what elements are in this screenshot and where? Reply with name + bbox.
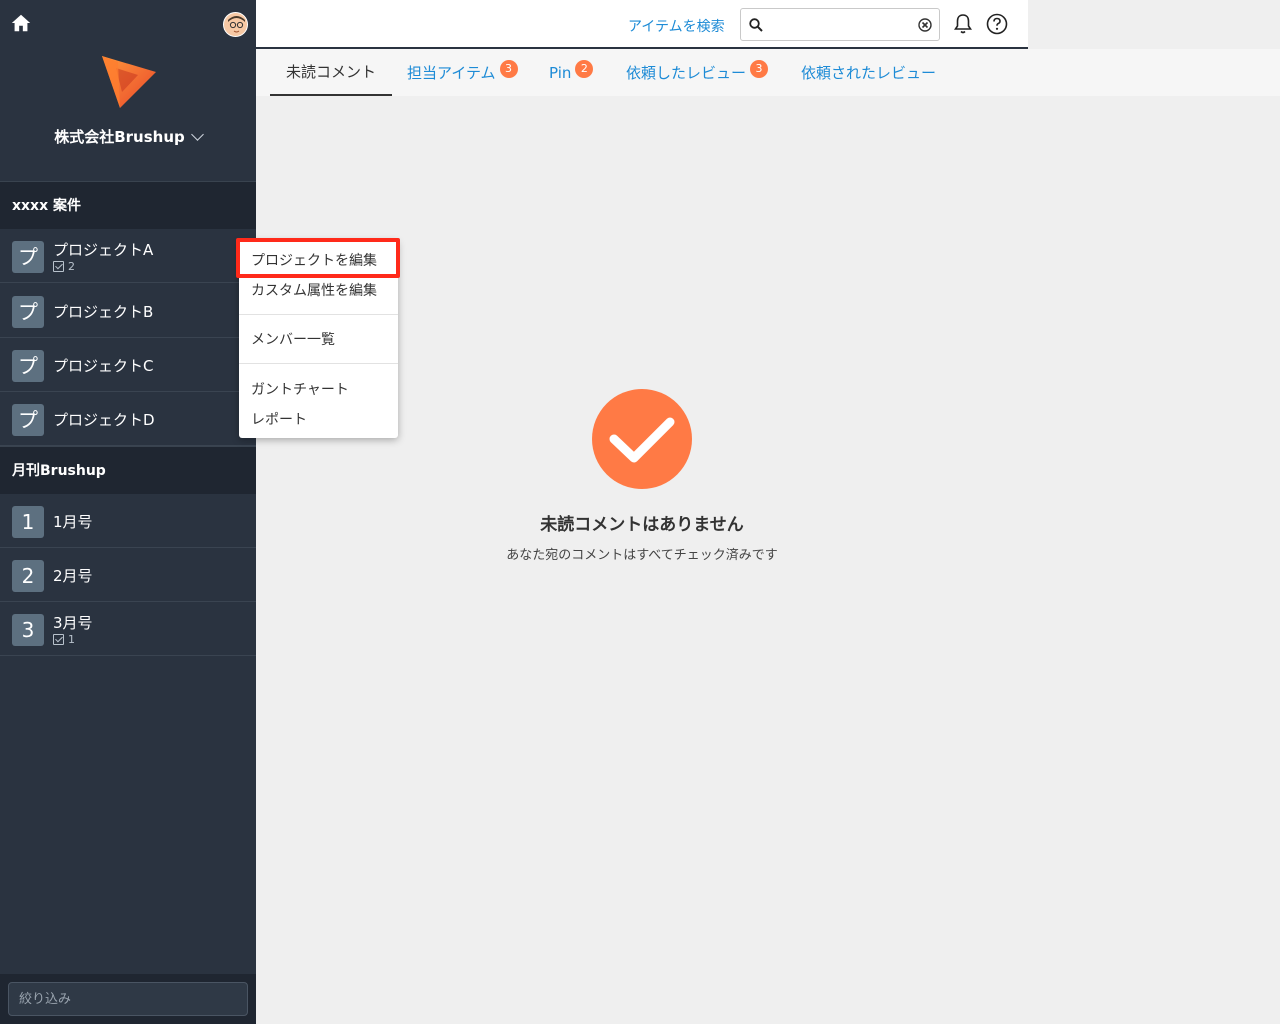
tab-assigned-items[interactable]: 担当アイテム 3 — [407, 49, 518, 96]
menu-divider — [239, 363, 398, 364]
count-badge: 3 — [499, 59, 518, 78]
empty-state-subtitle: あなた宛のコメントはすべてチェック済みです — [506, 548, 778, 563]
brushup-logo — [102, 56, 156, 108]
filter-input[interactable] — [8, 982, 248, 1016]
search-icon — [749, 18, 763, 32]
project-item-feb[interactable]: 2 2月号 — [0, 548, 256, 602]
menu-divider — [239, 314, 398, 315]
user-avatar[interactable] — [223, 12, 248, 37]
group-header-monthly: 月刊Brushup — [0, 446, 256, 494]
menu-item-gantt-chart[interactable]: ガントチャート — [251, 379, 349, 399]
empty-state-title: 未読コメントはありません — [540, 515, 744, 535]
count-badge: 3 — [750, 59, 769, 78]
project-item-d[interactable]: プ プロジェクトD — [0, 392, 256, 446]
task-count: 2 — [68, 260, 75, 273]
project-task-count: 2 — [53, 260, 75, 273]
search-box[interactable] — [740, 8, 940, 41]
project-item-c[interactable]: プ プロジェクトC — [0, 338, 256, 392]
company-switcher[interactable]: 株式会社Brushup — [0, 126, 256, 147]
tab-label: 担当アイテム — [407, 63, 496, 82]
checkmark-icon — [592, 389, 692, 489]
project-badge: プ — [12, 350, 44, 382]
company-name: 株式会社Brushup — [54, 128, 185, 146]
project-item-jan[interactable]: 1 1月号 — [0, 494, 256, 548]
project-name: 2月号 — [53, 567, 93, 585]
project-name: プロジェクトC — [53, 357, 154, 375]
task-count: 1 — [68, 633, 75, 646]
highlight-box — [236, 238, 400, 278]
clear-icon[interactable] — [918, 18, 932, 32]
checkbox-icon — [53, 634, 64, 645]
tab-bar: 未読コメント 担当アイテム 3 Pin 2 依頼したレビュー 3 依頼されたレビ… — [256, 49, 1280, 96]
project-item-b[interactable]: プ プロジェクトB — [0, 284, 256, 338]
tab-label: 依頼されたレビュー — [801, 63, 937, 82]
tab-label: 未読コメント — [285, 62, 376, 81]
project-name: プロジェクトD — [53, 411, 155, 429]
help-icon[interactable] — [986, 13, 1008, 35]
sidebar: 株式会社Brushup xxxx 案件 プ プロジェクトA 2 プ プロジェクト… — [0, 0, 256, 1024]
project-name: プロジェクトB — [53, 303, 154, 321]
menu-item-report[interactable]: レポート — [251, 409, 307, 429]
group-header-xxxx: xxxx 案件 — [0, 181, 256, 229]
project-name: 1月号 — [53, 513, 93, 531]
chevron-down-icon — [190, 128, 204, 141]
project-item-a[interactable]: プ プロジェクトA 2 — [0, 229, 256, 283]
count-badge: 2 — [575, 59, 594, 78]
menu-item-member-list[interactable]: メンバー一覧 — [251, 329, 335, 349]
tab-received-reviews[interactable]: 依頼されたレビュー — [801, 49, 936, 96]
menu-item-edit-custom-attributes[interactable]: カスタム属性を編集 — [251, 280, 377, 300]
project-badge: 2 — [12, 560, 44, 592]
project-badge: プ — [12, 296, 44, 328]
tab-label: Pin — [549, 63, 572, 82]
top-bar: アイテムを検索 — [256, 0, 1028, 49]
tab-label: 依頼したレビュー — [626, 63, 747, 82]
search-items-link[interactable]: アイテムを検索 — [628, 16, 725, 36]
tab-unread-comments[interactable]: 未読コメント — [270, 49, 392, 96]
filter-area — [0, 974, 256, 1024]
tab-pin[interactable]: Pin 2 — [549, 49, 594, 96]
project-item-mar[interactable]: 3 3月号 1 — [0, 602, 256, 656]
bell-icon[interactable] — [953, 13, 973, 35]
project-badge: 3 — [12, 614, 44, 646]
project-name: 3月号 — [53, 614, 93, 632]
project-badge: プ — [12, 404, 44, 436]
home-icon[interactable] — [10, 12, 32, 34]
project-name: プロジェクトA — [53, 241, 154, 259]
tab-requested-reviews[interactable]: 依頼したレビュー 3 — [626, 49, 769, 96]
project-task-count: 1 — [53, 633, 75, 646]
checkbox-icon — [53, 261, 64, 272]
project-badge: プ — [12, 241, 44, 273]
project-badge: 1 — [12, 506, 44, 538]
search-input[interactable] — [769, 13, 909, 37]
